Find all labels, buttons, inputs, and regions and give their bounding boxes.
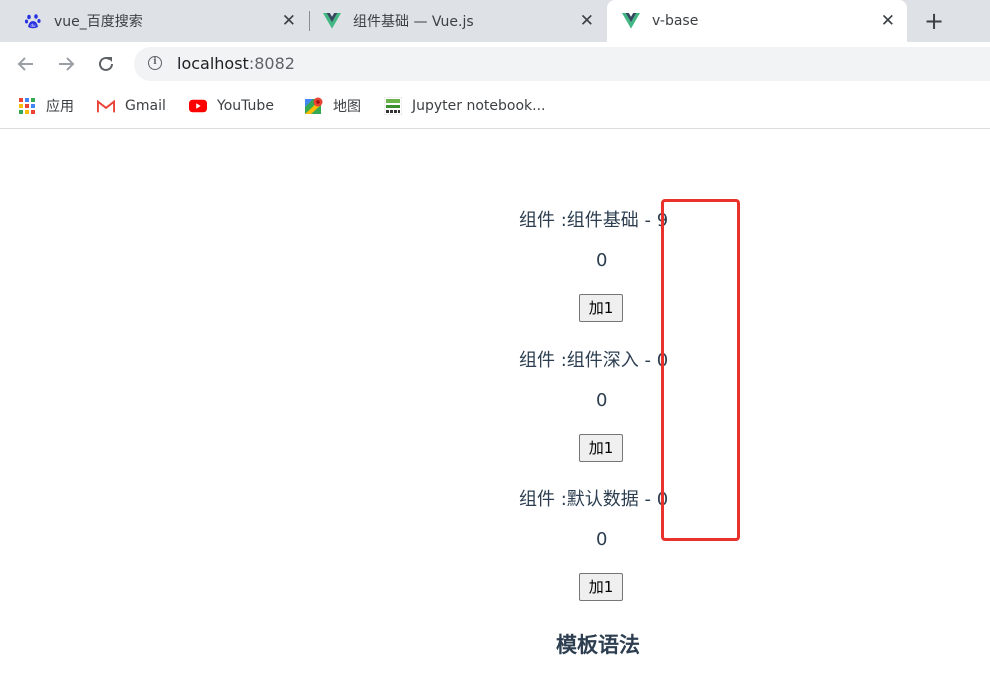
tab-baidu[interactable]: du vue_百度搜索 ✕ — [0, 0, 308, 42]
annotation-highlight-box — [661, 199, 740, 541]
close-icon[interactable]: ✕ — [881, 11, 895, 31]
bookmark-maps[interactable]: 地图 — [305, 96, 361, 116]
bookmark-gmail[interactable]: Gmail — [97, 96, 166, 116]
tab-title: 组件基础 — Vue.js — [353, 14, 474, 30]
site-info-icon[interactable]: i — [148, 56, 162, 70]
bookmark-label: Gmail — [125, 98, 166, 114]
bookmark-label: 地图 — [333, 99, 361, 115]
component-title: 组件 :默认数据 - 0 — [519, 489, 669, 510]
component-title: 组件 :组件深入 - 0 — [519, 350, 669, 371]
vue-logo-icon — [323, 12, 341, 30]
gmail-icon — [97, 97, 115, 115]
tab-strip: du vue_百度搜索 ✕ 组件基础 — Vue.js ✕ v-base ✕ + — [0, 0, 990, 42]
new-tab-button[interactable]: + — [922, 9, 946, 33]
increment-button[interactable]: 加1 — [579, 434, 623, 462]
bookmark-label: Jupyter notebook... — [412, 98, 546, 114]
component-count: 0 — [596, 390, 608, 411]
maps-icon — [305, 97, 323, 115]
reload-icon[interactable] — [96, 54, 116, 74]
tab-v-base[interactable]: v-base ✕ — [607, 0, 907, 42]
url-port: :8082 — [248, 54, 295, 73]
component-count: 0 — [596, 250, 608, 271]
bookmark-label: 应用 — [46, 99, 74, 115]
jupyter-icon — [384, 97, 402, 115]
address-bar[interactable]: i localhost:8082 — [134, 47, 990, 81]
page-content: 组件 :组件基础 - 9 0 加1 组件 :组件深入 - 0 0 加1 组件 :… — [0, 129, 990, 677]
close-icon[interactable]: ✕ — [282, 11, 296, 31]
increment-button[interactable]: 加1 — [579, 573, 623, 601]
bookmarks-bar: 应用 Gmail YouTube 地图 Jupyter notebook... — [0, 86, 990, 129]
forward-arrow-icon[interactable] — [56, 54, 76, 74]
bookmark-label: YouTube — [217, 98, 274, 114]
url-host: localhost — [177, 54, 249, 73]
component-count: 0 — [596, 529, 608, 550]
url-text: localhost:8082 — [177, 54, 295, 73]
back-arrow-icon[interactable] — [16, 54, 36, 74]
youtube-icon — [189, 97, 207, 115]
section-heading: 模板语法 — [556, 633, 640, 657]
bookmark-youtube[interactable]: YouTube — [189, 96, 274, 116]
tab-vue-docs[interactable]: 组件基础 — Vue.js ✕ — [310, 0, 606, 42]
vue-logo-icon — [622, 12, 640, 30]
component-title: 组件 :组件基础 - 9 — [519, 210, 669, 231]
increment-button[interactable]: 加1 — [579, 294, 623, 322]
close-icon[interactable]: ✕ — [580, 11, 594, 31]
baidu-paw-icon: du — [24, 12, 42, 30]
tab-title: v-base — [652, 13, 699, 29]
bookmark-jupyter[interactable]: Jupyter notebook... — [384, 96, 546, 116]
tab-title: vue_百度搜索 — [54, 14, 143, 30]
bookmark-apps[interactable]: 应用 — [18, 96, 74, 116]
svg-text:du: du — [30, 23, 36, 28]
browser-toolbar: i localhost:8082 — [0, 42, 990, 86]
apps-grid-icon — [18, 97, 36, 115]
